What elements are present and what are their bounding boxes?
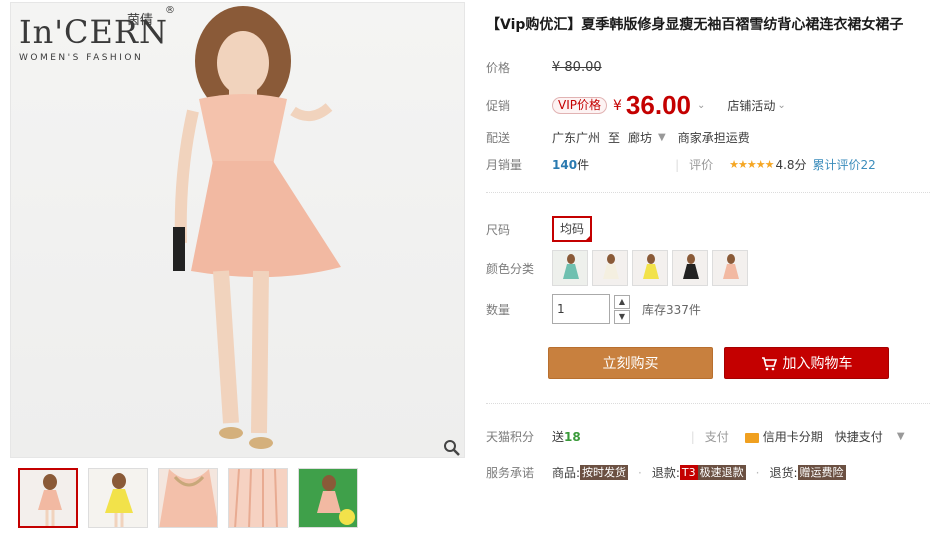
thumbnail-4[interactable] bbox=[228, 468, 288, 528]
color-swatch-2[interactable] bbox=[592, 250, 628, 286]
fast-refund-tag[interactable]: 极速退款 bbox=[697, 465, 746, 480]
refund-label: 退款: bbox=[651, 466, 680, 480]
color-swatch-3[interactable] bbox=[632, 250, 668, 286]
promo-price: 36.00 bbox=[625, 90, 691, 120]
color-swatch-5[interactable] bbox=[712, 250, 748, 286]
color-swatch-1[interactable] bbox=[552, 250, 588, 286]
cart-icon bbox=[761, 357, 777, 371]
dot-separator: · bbox=[638, 465, 642, 480]
on-time-shipping-tag[interactable]: 按时发货 bbox=[580, 465, 629, 480]
ship-destination-select[interactable]: 廊坊 bbox=[628, 129, 652, 146]
ship-to-word: 至 bbox=[608, 131, 621, 145]
points-row: 天猫积分 送 18 | 支付 信用卡分期 快捷支付 ▼ bbox=[486, 428, 905, 445]
divider bbox=[486, 403, 930, 404]
promo-label: 促销 bbox=[486, 99, 511, 113]
model-figure-illustration bbox=[173, 6, 341, 449]
vip-price-badge: VIP价格 bbox=[552, 97, 607, 114]
return-shipping-insurance-tag[interactable]: 赠运费险 bbox=[797, 465, 846, 480]
sales-row: 月销量 140 件 | 评价 ★★★★★ 4.8分 累计评价22 bbox=[486, 156, 876, 173]
rating-stars-icon: ★★★★★ bbox=[729, 158, 774, 171]
quick-pay[interactable]: 快捷支付 bbox=[835, 428, 883, 445]
thumbnail-3[interactable] bbox=[158, 468, 218, 528]
main-product-image[interactable]: In'CERN 茵倩 ® WOMEN'S FASHION bbox=[10, 2, 465, 458]
quantity-row: 数量 ▲ ▼ 库存337件 bbox=[486, 294, 701, 324]
color-swatch-4[interactable] bbox=[672, 250, 708, 286]
monthly-sales-count: 140 bbox=[552, 157, 578, 172]
credit-card-icon bbox=[744, 432, 759, 443]
service-row: 服务承诺 商品: 按时发货 · 退款: T3 极速退款 · 退货: 赠运费险 bbox=[486, 464, 846, 481]
shipping-fee: 商家承担运费 bbox=[677, 131, 750, 145]
payment-label: 支付 bbox=[704, 430, 729, 444]
chevron-down-icon[interactable]: ⌄ bbox=[777, 100, 785, 111]
increase-quantity-button[interactable]: ▲ bbox=[614, 294, 630, 309]
divider bbox=[486, 192, 930, 193]
thumbnail-5[interactable] bbox=[298, 468, 358, 528]
color-swatches bbox=[552, 250, 748, 286]
thumbnail-1[interactable] bbox=[18, 468, 78, 528]
size-option-selected[interactable]: 均码 bbox=[552, 216, 593, 242]
caret-down-icon[interactable]: ▼ bbox=[897, 431, 905, 442]
quantity-label: 数量 bbox=[486, 302, 511, 317]
currency-symbol: ¥ bbox=[613, 97, 622, 114]
product-title: 【Vip购优汇】夏季韩版修身显瘦无袖百褶雪纺背心裙连衣裙女裙子 bbox=[486, 17, 904, 33]
tmall-points-label: 天猫积分 bbox=[486, 430, 535, 444]
shipping-label: 配送 bbox=[486, 131, 511, 145]
t3-badge: T3 bbox=[679, 465, 698, 480]
decrease-quantity-button[interactable]: ▼ bbox=[614, 309, 630, 324]
store-event-link[interactable]: 店铺活动 bbox=[727, 97, 775, 114]
quantity-stepper: ▲ ▼ bbox=[614, 294, 630, 324]
chevron-down-icon[interactable]: ⌄ bbox=[697, 100, 705, 111]
ship-from: 广东广州 bbox=[552, 131, 601, 145]
selected-corner-icon bbox=[584, 234, 593, 242]
caret-down-icon[interactable]: ▼ bbox=[658, 132, 666, 143]
review-label: 评价 bbox=[689, 158, 714, 172]
credit-installment-label: 信用卡分期 bbox=[762, 430, 823, 444]
monthly-sales-label: 月销量 bbox=[486, 158, 523, 172]
points-send: 送 bbox=[552, 430, 565, 444]
dot-separator: · bbox=[755, 465, 760, 480]
add-to-cart-label: 加入购物车 bbox=[782, 356, 853, 372]
original-price: ¥ 80.00 bbox=[552, 60, 602, 75]
goods-label: 商品: bbox=[552, 466, 581, 480]
total-reviews-link[interactable]: 累计评价22 bbox=[813, 156, 876, 173]
size-row: 尺码 均码 bbox=[486, 216, 593, 242]
buy-now-button[interactable]: 立刻购买 bbox=[548, 347, 713, 379]
points-value: 18 bbox=[564, 429, 581, 444]
price-label: 价格 bbox=[486, 61, 511, 75]
promo-row: 促销 VIP价格 ¥ 36.00 ⌄ 店铺活动 ⌄ bbox=[486, 90, 786, 121]
thumbnail-2[interactable] bbox=[88, 468, 148, 528]
divider: | bbox=[675, 157, 680, 172]
add-to-cart-button[interactable]: 加入购物车 bbox=[724, 347, 889, 379]
stock-count: 库存337件 bbox=[642, 302, 701, 317]
divider: | bbox=[690, 429, 695, 444]
size-label: 尺码 bbox=[486, 222, 511, 237]
service-promise-label: 服务承诺 bbox=[486, 466, 535, 480]
thumbnail-strip bbox=[18, 468, 358, 528]
rating-score: 4.8分 bbox=[775, 158, 807, 172]
credit-installment[interactable]: 信用卡分期 bbox=[744, 428, 823, 445]
quantity-input[interactable] bbox=[552, 294, 610, 324]
color-label: 颜色分类 bbox=[486, 261, 535, 276]
price-row: 价格 ¥ 80.00 bbox=[486, 59, 602, 76]
return-label: 退货: bbox=[769, 466, 798, 480]
color-row: 颜色分类 bbox=[486, 250, 748, 286]
size-option-label: 均码 bbox=[560, 222, 585, 236]
shipping-row: 配送 广东广州 至 廊坊 ▼ 商家承担运费 bbox=[486, 129, 750, 146]
zoom-icon[interactable] bbox=[443, 439, 461, 457]
monthly-sales-unit: 件 bbox=[577, 158, 590, 172]
